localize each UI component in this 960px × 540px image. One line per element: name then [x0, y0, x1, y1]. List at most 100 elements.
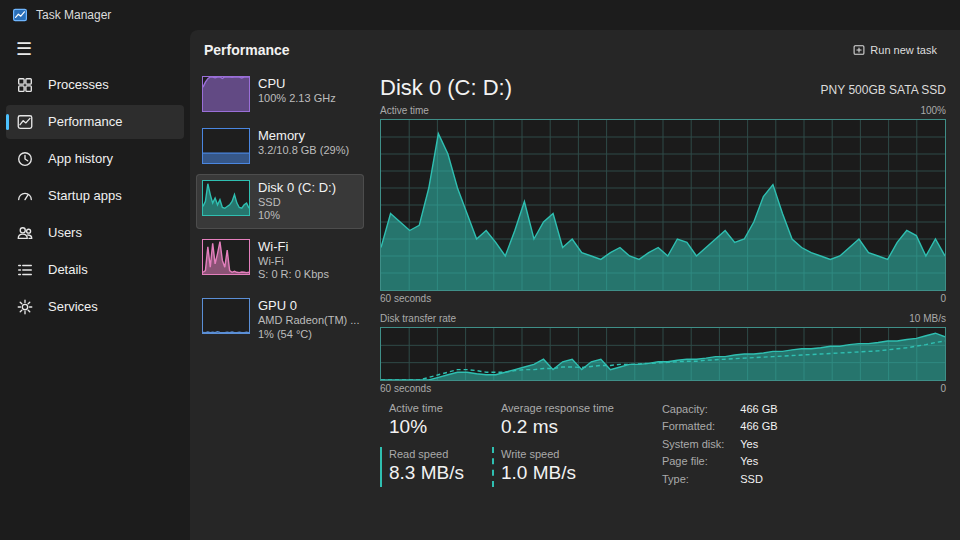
axis-label: 0	[940, 291, 946, 307]
active-time-chart	[380, 119, 946, 291]
device-text: Memory3.2/10.8 GB (29%)	[258, 128, 349, 157]
sidebar-item[interactable]: Startup apps	[6, 179, 184, 213]
device-thumbnail	[202, 239, 250, 275]
sidebar-item[interactable]: Performance	[6, 105, 184, 139]
device-list: CPU100% 2.13 GHz Memory3.2/10.8 GB (29%) D…	[190, 70, 370, 540]
device-detail: Disk 0 (C: D:)PNY 500GB SATA SSDActive t…	[370, 70, 960, 540]
axis-label: 100%	[920, 103, 946, 119]
device-item[interactable]: Wi-FiWi-FiS: 0 R: 0 Kbps	[196, 233, 364, 288]
device-sparkline	[203, 332, 249, 333]
transfer-rate-chart	[380, 327, 946, 381]
device-subtext: 1% (54 °C)	[258, 328, 358, 342]
sidebar-item[interactable]: Details	[6, 253, 184, 287]
stat-label: Active time	[389, 401, 464, 415]
stat-value: 8.3 MB/s	[389, 461, 464, 485]
property-key: Formatted:	[662, 418, 724, 435]
device-text: Wi-FiWi-FiS: 0 R: 0 Kbps	[258, 239, 329, 282]
stat-label: Read speed	[389, 447, 464, 461]
startup-icon	[16, 187, 34, 205]
stat-label: Average response time	[501, 401, 614, 415]
axis-label: Active time	[380, 103, 429, 119]
axis-label: 0	[940, 381, 946, 397]
stat-block: Write speed1.0 MB/s	[492, 447, 614, 487]
device-sparkline	[203, 184, 249, 215]
users-icon	[16, 224, 34, 242]
sidebar-item[interactable]: Users	[6, 216, 184, 250]
run-new-task-button[interactable]: Run new task	[843, 38, 946, 63]
axis-label: Disk transfer rate	[380, 311, 456, 327]
device-sparkline	[203, 77, 249, 111]
device-sparkline	[203, 242, 249, 274]
device-subtext: SSD	[258, 196, 336, 210]
page-header: Performance Run new task	[190, 30, 960, 70]
device-name: GPU 0	[258, 298, 358, 314]
sidebar-item[interactable]: App history	[6, 142, 184, 176]
device-subtext: 3.2/10.8 GB (29%)	[258, 144, 349, 158]
sidebar-item[interactable]: Processes	[6, 68, 184, 102]
device-name: Wi-Fi	[258, 239, 329, 255]
sidebar: ☰Processes Performance App history Startup …	[0, 30, 190, 540]
stat-label: Write speed	[501, 447, 614, 461]
task-manager-window: Task Manager ☰Processes Performance App hi…	[0, 0, 960, 540]
performance-icon	[16, 113, 34, 131]
axis-row: Disk transfer rate 10 MB/s	[380, 311, 946, 327]
property-key: Type:	[662, 471, 724, 488]
device-subtext: S: 0 R: 0 Kbps	[258, 268, 329, 282]
sidebar-label: Performance	[48, 112, 122, 132]
device-subtext: 10%	[258, 209, 336, 223]
property-key: Capacity:	[662, 401, 724, 418]
active-time-series	[381, 133, 945, 289]
read-series	[381, 333, 945, 380]
device-thumbnail	[202, 128, 250, 164]
property-key: System disk:	[662, 436, 724, 453]
device-sparkline	[203, 153, 249, 163]
new-task-icon	[852, 43, 866, 57]
device-item[interactable]: CPU100% 2.13 GHz	[196, 70, 364, 118]
device-text: Disk 0 (C: D:)SSD10%	[258, 180, 336, 223]
property-value: 466 GB	[740, 418, 777, 435]
title-bar: Task Manager	[0, 0, 960, 30]
sidebar-label: App history	[48, 149, 113, 169]
stat-value: 0.2 ms	[501, 415, 614, 439]
device-text: CPU100% 2.13 GHz	[258, 76, 336, 105]
property-value: 466 GB	[740, 401, 777, 418]
write-series	[381, 341, 945, 380]
processes-icon	[16, 76, 34, 94]
property-value: Yes	[740, 436, 777, 453]
stat-value: 10%	[389, 415, 464, 439]
services-icon	[16, 298, 34, 316]
device-item[interactable]: GPU 0AMD Radeon(TM) ...1% (54 °C)	[196, 292, 364, 347]
stats-area: Active time10% Average response time0.2 m…	[380, 401, 946, 488]
properties-table: Capacity: 466 GB Formatted: 466 GB System di…	[662, 401, 778, 488]
property-value: SSD	[740, 471, 777, 488]
stat-block: Average response time0.2 ms	[492, 401, 614, 441]
axis-label: 10 MB/s	[909, 311, 946, 327]
device-thumbnail	[202, 76, 250, 112]
sidebar-label: Details	[48, 260, 88, 280]
device-name: CPU	[258, 76, 336, 92]
sidebar-label: Users	[48, 223, 82, 243]
device-item[interactable]: Memory3.2/10.8 GB (29%)	[196, 122, 364, 170]
device-name: Disk 0 (C: D:)	[258, 180, 336, 196]
axis-row: 60 seconds 0	[380, 381, 946, 397]
detail-header: Disk 0 (C: D:) PNY 500GB SATA SSD	[380, 74, 946, 103]
page-title: Performance	[204, 40, 290, 61]
axis-row: Active time 100%	[380, 103, 946, 119]
device-name: Memory	[258, 128, 349, 144]
device-subtext: Wi-Fi	[258, 255, 329, 269]
device-item[interactable]: Disk 0 (C: D:)SSD10%	[196, 174, 364, 229]
axis-label: 60 seconds	[380, 381, 431, 397]
property-value: Yes	[740, 453, 777, 470]
menu-button[interactable]: ☰	[6, 32, 184, 68]
disk-model: PNY 500GB SATA SSD	[821, 81, 946, 103]
device-thumbnail	[202, 298, 250, 334]
stats-grid: Active time10% Average response time0.2 m…	[380, 401, 614, 488]
detail-title: Disk 0 (C: D:)	[380, 74, 512, 103]
app-history-icon	[16, 150, 34, 168]
stat-value: 1.0 MB/s	[501, 461, 614, 485]
stat-block: Active time10%	[380, 401, 464, 441]
details-icon	[16, 261, 34, 279]
property-key: Page file:	[662, 453, 724, 470]
device-subtext: AMD Radeon(TM) ...	[258, 314, 358, 328]
sidebar-item[interactable]: Services	[6, 290, 184, 324]
